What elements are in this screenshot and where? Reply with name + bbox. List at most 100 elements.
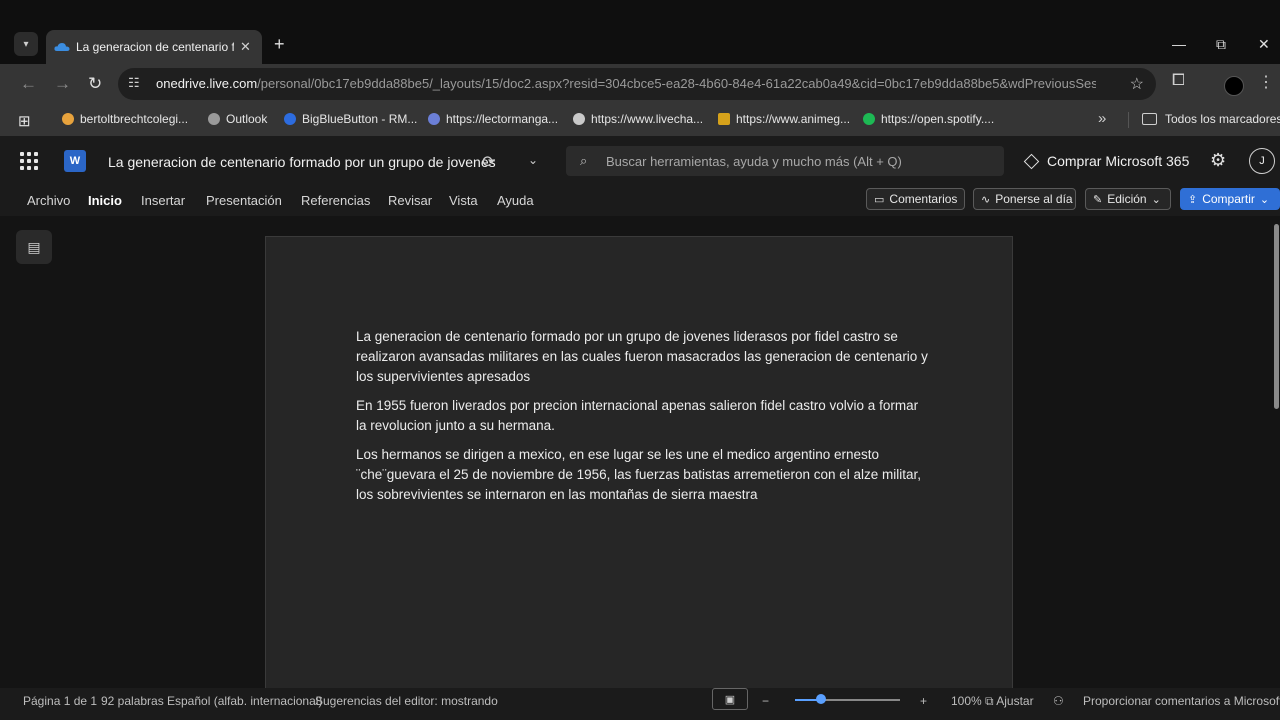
title-chevron-down-icon[interactable]: ⌄ [528, 153, 538, 167]
tab-vista[interactable]: Vista [449, 193, 478, 208]
zoom-in-icon[interactable]: + [920, 694, 927, 708]
comments-button[interactable]: ▭ Comentarios [866, 188, 965, 210]
document-title[interactable]: La generacion de centenario formado por … [108, 154, 496, 170]
window-restore-icon[interactable]: ⧉ [1216, 36, 1226, 53]
vertical-scrollbar[interactable] [1274, 224, 1279, 409]
tab-close-icon[interactable]: ✕ [240, 39, 251, 55]
editing-label: Edición [1107, 192, 1147, 206]
document-page[interactable]: La generacion de centenario formado por … [265, 236, 1013, 696]
bigbluebutton-icon [284, 113, 296, 125]
zoom-level[interactable]: 100% [951, 694, 982, 708]
tab-insertar[interactable]: Insertar [141, 193, 185, 208]
page-count[interactable]: Página 1 de 1 [23, 694, 97, 708]
bookmark-label: https://open.spotify.... [881, 112, 995, 126]
pencil-icon: ✎ [1093, 193, 1103, 206]
tab-presentacion[interactable]: Presentación [206, 193, 282, 208]
tab-revisar[interactable]: Revisar [388, 193, 432, 208]
document-canvas: ▤ La generacion de centenario formado po… [0, 216, 1280, 696]
bookmark-item[interactable]: https://open.spotify.... [863, 112, 994, 126]
onedrive-cloud-icon [54, 43, 70, 51]
zoom-slider[interactable] [795, 694, 900, 704]
app-launcher-waffle-icon[interactable] [20, 152, 38, 170]
bookmark-item[interactable]: https://lectormanga... [428, 112, 558, 126]
bookmark-label: bertoltbrechtcolegi... [80, 112, 189, 126]
bookmarks-divider [1128, 112, 1129, 128]
catch-up-button[interactable]: ∿ Ponerse al día [973, 188, 1076, 210]
feedback-icon[interactable]: ⚇ [1053, 694, 1064, 708]
extensions-puzzle-icon[interactable]: ⧠ [1172, 72, 1185, 90]
browser-tab-active[interactable]: La generacion de centenario fo ✕ [46, 30, 262, 64]
editing-mode-button[interactable]: ✎ Edición ⌄ [1085, 188, 1171, 210]
ribbon-tabs: Archivo Inicio Insertar Presentación Ref… [0, 186, 1280, 216]
all-bookmarks-button[interactable]: Todos los marcadores [1142, 112, 1280, 126]
search-placeholder: Buscar herramientas, ayuda y mucho más (… [606, 154, 902, 169]
language-status[interactable]: Español (alfab. internacional) [167, 694, 322, 708]
bookmark-item[interactable]: BigBlueButton - RM... [284, 112, 417, 126]
reload-icon[interactable]: ↻ [88, 74, 102, 94]
anime-site-icon [718, 113, 730, 125]
zoom-out-icon[interactable]: − [762, 694, 769, 708]
search-icon: ⌕ [580, 153, 588, 168]
window-minimize-icon[interactable]: — [1172, 36, 1186, 52]
browser-menu-icon[interactable]: ⋮ [1258, 72, 1274, 92]
comments-label: Comentarios [889, 192, 958, 206]
editor-suggestions-status[interactable]: Sugerencias del editor: mostrando [315, 694, 498, 708]
url-host: onedrive.live.com [156, 76, 258, 91]
settings-gear-icon[interactable]: ⚙ [1210, 150, 1226, 171]
bookmark-label: Outlook [226, 112, 268, 126]
tab-search-chevron-down-icon[interactable]: ▾ [14, 32, 38, 56]
url-text[interactable]: onedrive.live.com/personal/0bc17eb9dda88… [156, 76, 1096, 91]
bookmark-item[interactable]: Outlook [208, 112, 267, 126]
bookmark-label: https://www.livecha... [591, 112, 704, 126]
tab-ayuda[interactable]: Ayuda [497, 193, 534, 208]
document-paragraph[interactable]: La generacion de centenario formado por … [356, 327, 931, 387]
bookmark-item[interactable]: https://www.livecha... [573, 112, 703, 126]
forward-arrow-icon[interactable]: → [54, 74, 71, 94]
spotify-icon [863, 113, 875, 125]
word-logo-icon: W [64, 150, 86, 172]
browser-tab-strip: ▾ La generacion de centenario fo ✕ + — ⧉… [0, 0, 1280, 64]
comment-icon: ▭ [874, 193, 885, 206]
status-bar: Página 1 de 1 92 palabras Español (alfab… [0, 688, 1280, 720]
apps-grid-icon[interactable]: ⊞ [18, 112, 31, 130]
search-box[interactable]: ⌕ Buscar herramientas, ayuda y mucho más… [566, 146, 1004, 176]
catch-up-label: Ponerse al día [995, 192, 1073, 206]
word-header: W La generacion de centenario formado po… [0, 136, 1280, 186]
new-tab-plus-icon[interactable]: + [274, 34, 285, 55]
diamond-icon [1023, 153, 1040, 169]
chat-bubble-icon [428, 113, 440, 125]
tab-title: La generacion de centenario fo [76, 40, 234, 54]
tab-inicio[interactable]: Inicio [88, 193, 122, 208]
bookmark-star-icon[interactable]: ☆ [1130, 74, 1144, 94]
more-bookmarks-chevron-icon[interactable]: » [1098, 110, 1106, 127]
activity-icon: ∿ [981, 193, 991, 206]
bookmark-item[interactable]: https://www.animeg... [718, 112, 850, 126]
bookmark-item[interactable]: bertoltbrechtcolegi... [62, 112, 188, 126]
sync-status-icon: ⟳ [482, 154, 496, 171]
buy-label: Comprar Microsoft 365 [1047, 153, 1190, 169]
fit-icon: ⧉ [985, 694, 997, 708]
share-label: Compartir [1202, 192, 1255, 206]
document-paragraph[interactable]: Los hermanos se dirigen a mexico, en ese… [356, 445, 931, 505]
view-mode-icon[interactable]: ▣ [712, 688, 748, 710]
navigation-pane-icon[interactable]: ▤ [16, 230, 52, 264]
feedback-link[interactable]: Proporcionar comentarios a Microsoft [1083, 694, 1280, 708]
word-count[interactable]: 92 palabras [101, 694, 164, 708]
chevron-down-icon: ⌄ [1259, 193, 1270, 206]
address-bar[interactable]: ☷ onedrive.live.com/personal/0bc17eb9dda… [118, 68, 1156, 100]
profile-avatar-icon[interactable] [1224, 76, 1244, 96]
fit-to-window-button[interactable]: ⧉ Ajustar [985, 694, 1034, 709]
account-avatar[interactable]: J [1249, 148, 1275, 174]
share-button[interactable]: ⇪ Compartir ⌄ [1180, 188, 1280, 210]
back-arrow-icon[interactable]: ← [20, 74, 37, 94]
tab-archivo[interactable]: Archivo [27, 193, 70, 208]
document-paragraph[interactable]: En 1955 fueron liverados por precion int… [356, 396, 931, 436]
share-icon: ⇪ [1188, 193, 1198, 206]
window-close-icon[interactable]: ✕ [1258, 36, 1270, 53]
chevron-down-icon: ⌄ [1151, 193, 1161, 206]
tab-referencias[interactable]: Referencias [301, 193, 370, 208]
zoom-slider-thumb[interactable] [816, 694, 826, 704]
livechat-icon [573, 113, 585, 125]
buy-microsoft-365-button[interactable]: Comprar Microsoft 365 [1023, 153, 1190, 169]
site-settings-icon[interactable]: ☷ [128, 75, 140, 91]
